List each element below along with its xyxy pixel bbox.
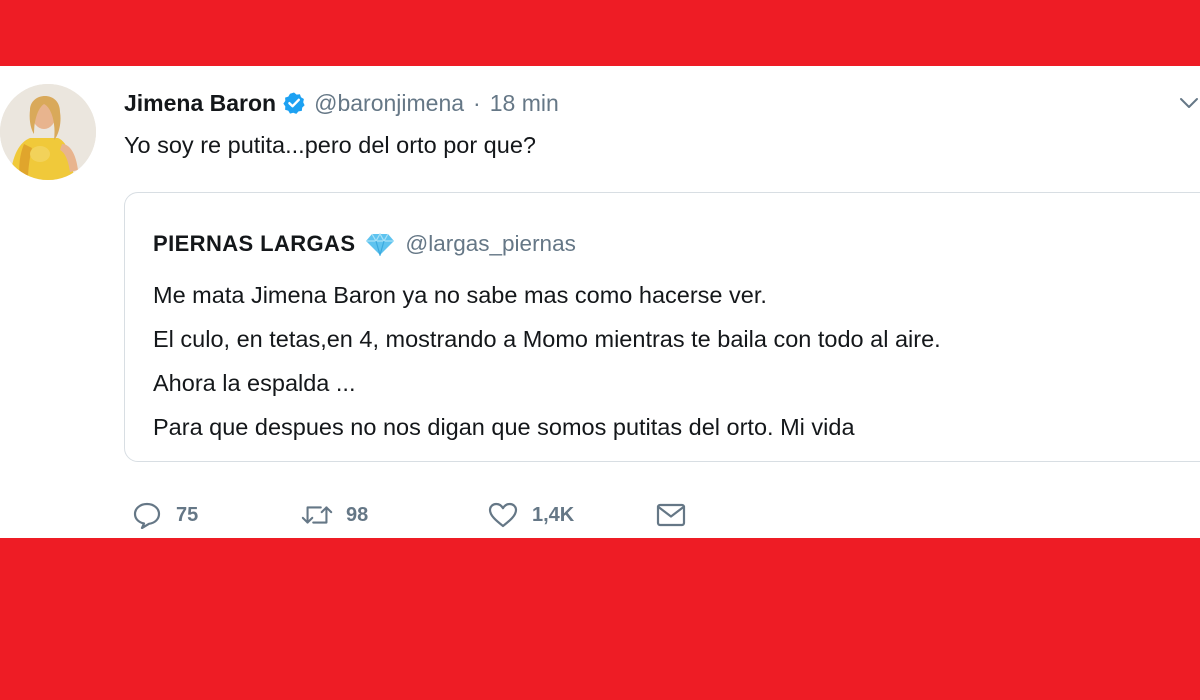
quoted-text-line: Ahora la espalda ...	[153, 370, 356, 396]
quoted-text-line: Me mata Jimena Baron ya no sabe mas como…	[153, 282, 767, 308]
quoted-author-name: PIERNAS LARGAS	[153, 231, 356, 256]
quoted-text-line: El culo, en tetas,en 4, mostrando a Momo…	[153, 326, 941, 352]
chevron-down-icon[interactable]	[1178, 92, 1200, 114]
tweet-card[interactable]: Jimena Baron @baronjimena · 18 min Yo so…	[0, 66, 1200, 538]
reply-button[interactable]: 75	[130, 500, 300, 530]
separator-dot: ·	[473, 89, 481, 116]
quoted-tweet-text: Me mata Jimena Baron ya no sabe mas como…	[153, 273, 941, 449]
direct-message-button[interactable]	[654, 500, 688, 530]
retweet-icon	[300, 500, 334, 530]
author-handle[interactable]: @baronjimena	[314, 90, 464, 117]
tweet-actions: 75 98 1,4K	[130, 498, 688, 532]
quoted-author-handle: @largas_piernas	[405, 231, 576, 256]
diamond-emoji-icon	[365, 232, 395, 256]
like-count: 1,4K	[532, 503, 575, 526]
reply-icon	[130, 500, 164, 530]
red-band-bottom	[0, 538, 1200, 700]
author-name[interactable]: Jimena Baron	[124, 90, 276, 117]
avatar[interactable]	[0, 84, 96, 180]
retweet-count: 98	[346, 503, 369, 526]
retweet-button[interactable]: 98	[300, 500, 486, 530]
quoted-tweet-header: PIERNAS LARGAS @largas_piernas	[153, 227, 576, 261]
quoted-tweet[interactable]: PIERNAS LARGAS @largas_piernas Me mata J…	[124, 192, 1200, 462]
avatar-photo	[0, 84, 96, 180]
red-band-top	[0, 0, 1200, 66]
envelope-icon	[654, 500, 688, 530]
tweet-header: Jimena Baron @baronjimena · 18 min	[124, 88, 559, 118]
reply-count: 75	[176, 503, 199, 526]
like-button[interactable]: 1,4K	[486, 500, 654, 530]
heart-icon	[486, 500, 520, 530]
quoted-text-line: Para que despues no nos digan que somos …	[153, 414, 855, 440]
verified-badge-icon	[282, 91, 306, 115]
tweet-timestamp[interactable]: 18 min	[490, 90, 559, 117]
tweet-text: Yo soy re putita...pero del orto por que…	[124, 132, 536, 158]
